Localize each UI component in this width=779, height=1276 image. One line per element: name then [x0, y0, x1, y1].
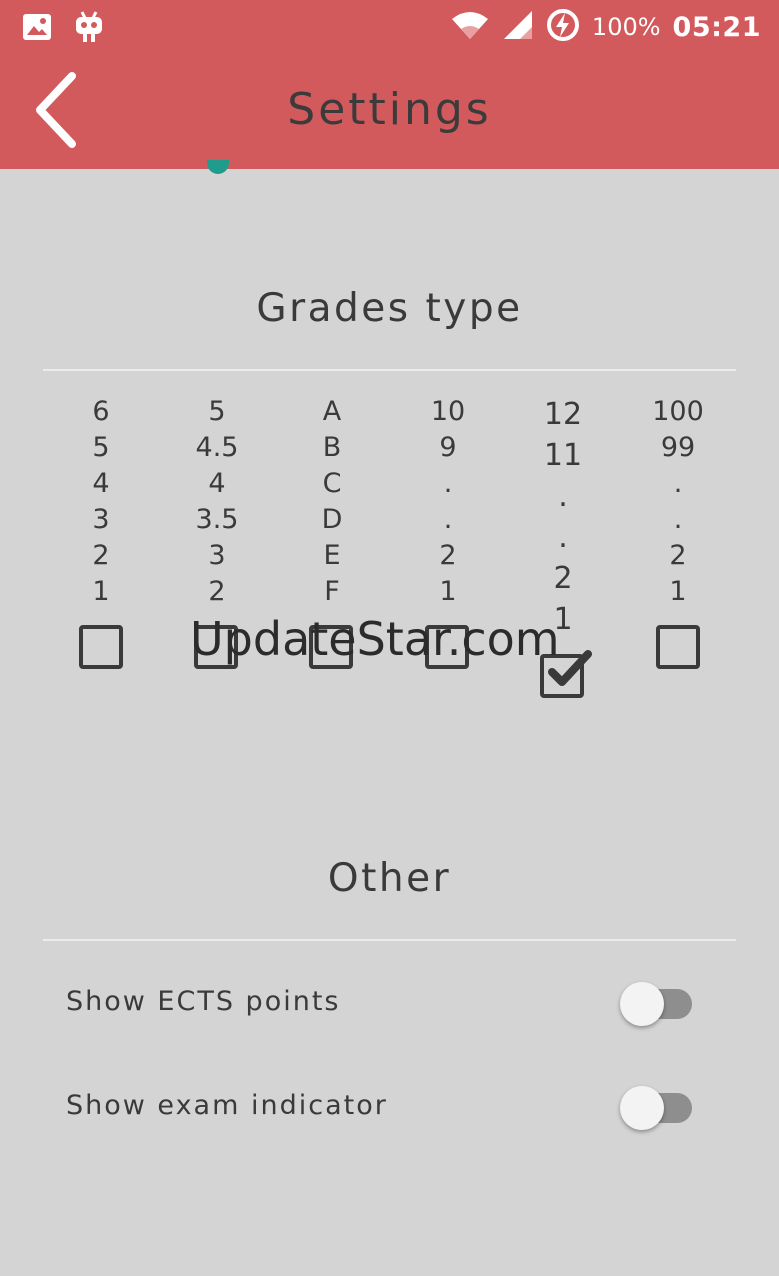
- grade-value: 2: [439, 540, 457, 571]
- grade-scale-1-checkbox[interactable]: [79, 625, 123, 669]
- toggle-thumb: [620, 1086, 664, 1130]
- grade-value: 1: [92, 576, 110, 607]
- grade-value: .: [558, 479, 568, 514]
- grade-value: 4.5: [195, 432, 239, 463]
- other-heading: Other: [327, 856, 452, 901]
- grade-scale-6-checkbox[interactable]: [656, 625, 700, 669]
- show-exam-indicator-label: Show exam indicator: [66, 1090, 388, 1121]
- show-exam-indicator-toggle[interactable]: [620, 1085, 696, 1131]
- grade-value: 1: [669, 576, 687, 607]
- grades-divider: [43, 369, 736, 371]
- grade-value: .: [443, 504, 453, 535]
- grade-value: .: [443, 468, 453, 499]
- grade-value: 100: [652, 396, 704, 427]
- grade-scale-2: 5 4.5 4 3.5 3 2: [159, 394, 275, 610]
- grade-value: 3.5: [195, 504, 239, 535]
- status-bar: 100% 05:21: [0, 0, 779, 56]
- grade-value: 2: [669, 540, 687, 571]
- grade-scale-1: 6 5 4 3 2 1: [43, 394, 159, 610]
- show-ects-label: Show ECTS points: [66, 986, 341, 1017]
- grade-value: F: [324, 576, 340, 607]
- grade-value: 1: [553, 602, 573, 637]
- grade-value: 5: [208, 396, 226, 427]
- grade-value: 1: [439, 576, 457, 607]
- grade-value: 5: [92, 432, 110, 463]
- grade-value: 2: [553, 561, 573, 596]
- status-icons-left: [22, 10, 104, 48]
- status-icons-right: 100% 05:21: [450, 8, 761, 46]
- grade-value: 2: [208, 576, 226, 607]
- grade-value: 9: [439, 432, 457, 463]
- grade-value: 6: [92, 396, 110, 427]
- grade-value: 3: [92, 504, 110, 535]
- grade-scale-5-checkbox[interactable]: [540, 650, 592, 698]
- page-title: Settings: [287, 84, 492, 135]
- grade-value: B: [322, 432, 342, 463]
- grade-value: .: [558, 520, 568, 555]
- show-ects-toggle[interactable]: [620, 981, 696, 1027]
- grade-scale-6: 100 99 . . 2 1: [620, 394, 736, 610]
- scroll-indicator: [207, 160, 229, 174]
- clock: 05:21: [672, 11, 761, 43]
- grade-value: 12: [543, 397, 583, 432]
- grade-scale-4: 10 9 . . 2 1: [390, 394, 506, 610]
- grade-value: 10: [430, 396, 466, 427]
- grade-value: E: [323, 540, 341, 571]
- toggle-thumb: [620, 982, 664, 1026]
- grade-value: 11: [543, 438, 583, 473]
- android-icon: [74, 10, 104, 48]
- grade-value: 4: [208, 468, 226, 499]
- other-divider: [43, 939, 736, 941]
- grade-scale-5: 12 11 . . 2 1: [505, 394, 621, 640]
- app-bar: Settings: [0, 56, 779, 169]
- battery-charging-icon: [546, 8, 580, 46]
- grade-value: .: [673, 504, 683, 535]
- grade-value: A: [322, 396, 342, 427]
- grade-value: 4: [92, 468, 110, 499]
- grade-value: C: [322, 468, 342, 499]
- grade-value: .: [673, 468, 683, 499]
- chevron-left-icon: [28, 72, 88, 158]
- grade-value: 99: [660, 432, 696, 463]
- battery-percent: 100%: [591, 13, 661, 41]
- grade-value: 2: [92, 540, 110, 571]
- grade-scale-4-checkbox[interactable]: [425, 625, 469, 669]
- grade-scale-3: A B C D E F: [274, 394, 390, 610]
- image-icon: [22, 13, 52, 45]
- signal-icon: [502, 9, 534, 45]
- grade-value: D: [321, 504, 343, 535]
- grade-scale-3-checkbox[interactable]: [309, 625, 353, 669]
- grades-type-heading: Grades type: [256, 286, 523, 331]
- grade-scale-2-checkbox[interactable]: [194, 625, 238, 669]
- wifi-icon: [450, 9, 490, 45]
- grade-value: 3: [208, 540, 226, 571]
